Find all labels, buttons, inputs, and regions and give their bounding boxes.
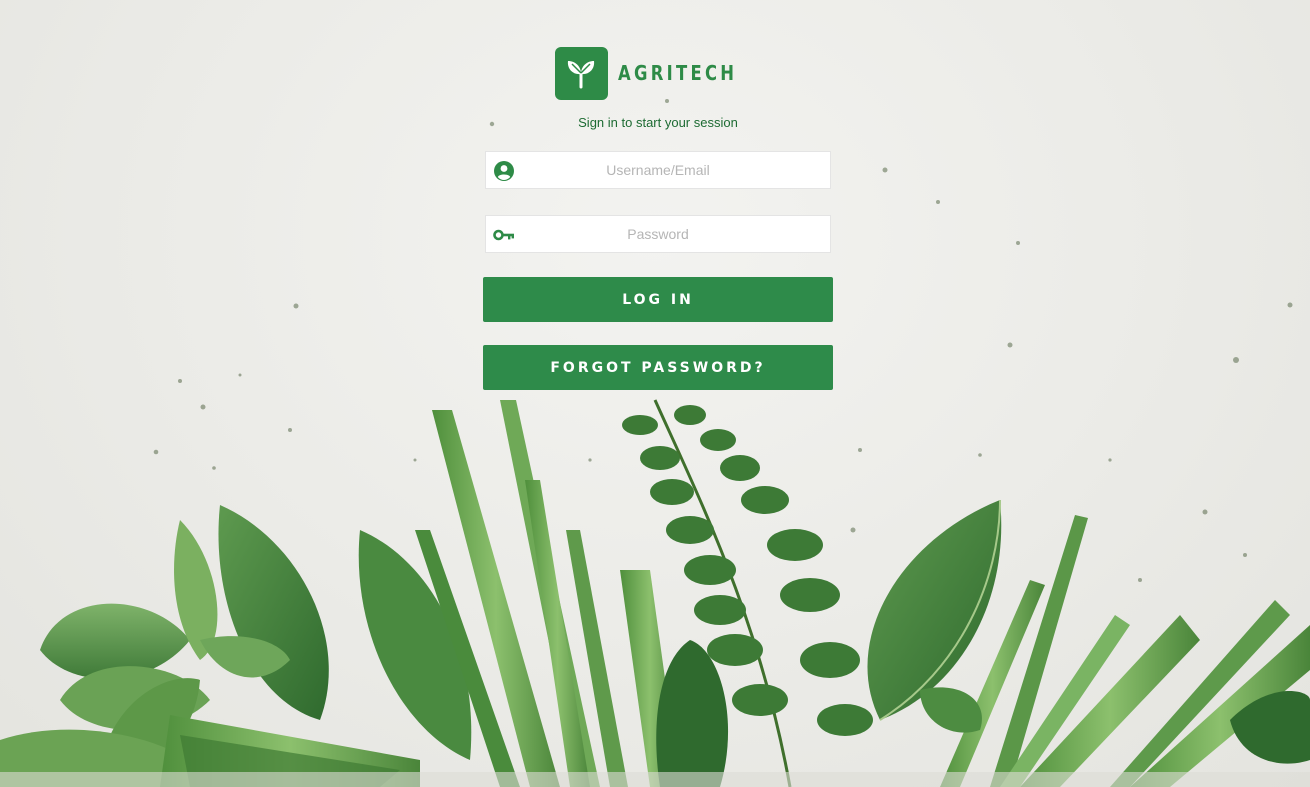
password-input[interactable] (486, 216, 830, 252)
password-field[interactable] (485, 215, 831, 253)
brand-header: AGRITECH (485, 46, 833, 100)
sprout-icon (554, 46, 608, 100)
user-circle-icon (493, 160, 515, 182)
brand-name: AGRITECH (617, 61, 738, 85)
login-panel: AGRITECH Sign in to start your session U… (483, 46, 833, 390)
signin-subtitle: Sign in to start your session (578, 115, 738, 130)
login-page: AGRITECH Sign in to start your session U… (0, 0, 1310, 787)
username-input[interactable] (486, 152, 830, 188)
login-button[interactable]: LOG IN (483, 277, 833, 322)
key-icon (493, 224, 515, 246)
forgot-password-button[interactable]: FORGOT PASSWORD? (483, 345, 833, 390)
username-field[interactable] (485, 151, 831, 189)
